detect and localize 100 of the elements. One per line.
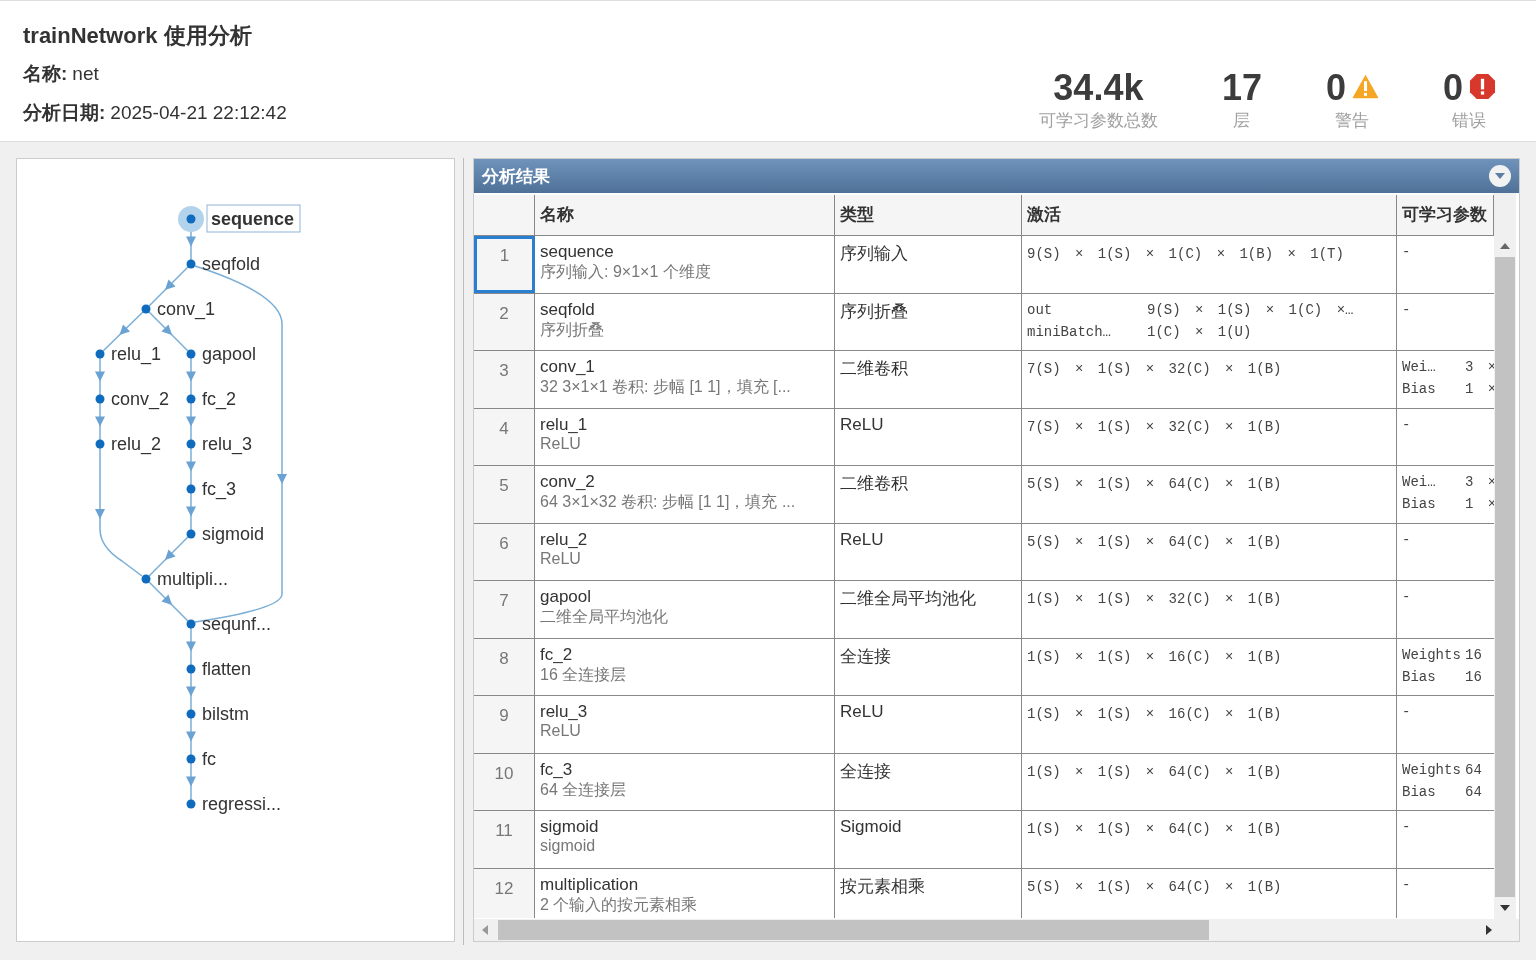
- node-label[interactable]: sequnf...: [202, 614, 272, 634]
- activation-size: 1(S) × 1(S) × 64(C) × 1(B): [1027, 821, 1282, 837]
- layer-node[interactable]: [186, 664, 196, 674]
- vertical-scrollbar[interactable]: [1494, 193, 1516, 919]
- row-number[interactable]: 7: [474, 581, 535, 638]
- row-number[interactable]: 4: [474, 408, 535, 465]
- param-size: 64: [1465, 761, 1482, 780]
- layer-name: relu_1: [540, 414, 589, 435]
- row-number[interactable]: 5: [474, 466, 535, 523]
- param-name: -: [1402, 244, 1412, 262]
- field-value: net: [72, 63, 99, 85]
- node-label[interactable]: gapool: [202, 344, 257, 364]
- node-label[interactable]: fc_2: [202, 389, 237, 409]
- layer-type: 二维全局平均池化: [840, 589, 976, 608]
- node-label[interactable]: sigmoid: [202, 524, 265, 544]
- node-label[interactable]: flatten: [202, 659, 252, 679]
- row-number[interactable]: 2: [474, 293, 535, 350]
- layer-name: sequence: [540, 242, 615, 262]
- scrollbar-thumb[interactable]: [1495, 257, 1515, 897]
- node-label[interactable]: sequence: [211, 209, 295, 229]
- layer-node[interactable]: [141, 574, 151, 584]
- node-label[interactable]: regressi...: [202, 794, 282, 814]
- param-name: Weights: [1402, 761, 1462, 780]
- row-number[interactable]: 6: [474, 523, 535, 580]
- node-label[interactable]: seqfold: [202, 254, 261, 274]
- stat-label: 可学习参数总数: [1038, 110, 1158, 132]
- layer-node[interactable]: [186, 349, 196, 359]
- layer-node[interactable]: [186, 394, 196, 404]
- row-number[interactable]: 1: [474, 236, 535, 293]
- layer-node[interactable]: [186, 754, 196, 764]
- layer-node[interactable]: [186, 799, 196, 809]
- row-number[interactable]: 12: [474, 868, 535, 918]
- node-label[interactable]: conv_2: [111, 389, 170, 409]
- stat-label: 错误: [1452, 110, 1487, 132]
- layer-name: conv_2: [540, 472, 596, 492]
- layer-node[interactable]: [186, 259, 196, 269]
- param-name: Wei…: [1402, 359, 1437, 377]
- layer-description: ReLU: [540, 722, 582, 740]
- collapse-button[interactable]: [1489, 165, 1511, 187]
- row-number[interactable]: 11: [474, 811, 535, 868]
- node-label[interactable]: multipli...: [157, 569, 228, 589]
- layer-description: 64 3×1×32 卷积: 步幅 [1 1]，填充 ...: [540, 492, 797, 512]
- layer-node[interactable]: [95, 394, 105, 404]
- layer-description: 64 全连接层: [540, 779, 628, 800]
- node-label[interactable]: bilstm: [202, 704, 249, 724]
- node-label[interactable]: relu_3: [202, 434, 253, 454]
- panel-title: 分析结果: [482, 165, 550, 188]
- layer-type: 二维卷积: [840, 359, 908, 378]
- layer-node[interactable]: [95, 349, 105, 359]
- layer-node[interactable]: [186, 484, 196, 494]
- layer-description: 16 全连接层: [540, 664, 628, 685]
- column-header[interactable]: 类型: [835, 195, 1022, 235]
- scroll-right-icon[interactable]: [1486, 925, 1492, 935]
- row-number[interactable]: 8: [474, 638, 535, 695]
- param-name: -: [1402, 704, 1412, 722]
- layer-node[interactable]: [141, 304, 151, 314]
- activation-label: out: [1027, 301, 1054, 320]
- layer-node[interactable]: [186, 709, 196, 719]
- layer-node[interactable]: [95, 439, 105, 449]
- connector-arrow: [95, 402, 105, 441]
- node-label[interactable]: relu_2: [111, 434, 162, 454]
- layer-node[interactable]: [186, 619, 196, 629]
- scroll-down-icon[interactable]: [1500, 905, 1510, 911]
- layer-type: Sigmoid: [840, 817, 902, 836]
- param-name: -: [1402, 416, 1412, 435]
- column-header[interactable]: 名称: [535, 195, 835, 235]
- layer-name: relu_3: [540, 702, 589, 722]
- layer-type: ReLU: [840, 529, 884, 549]
- activation-size: 7(S) × 1(S) × 32(C) × 1(B): [1027, 418, 1282, 435]
- param-name: Bias: [1402, 783, 1437, 802]
- param-name: -: [1402, 301, 1412, 320]
- node-label[interactable]: fc: [202, 749, 216, 769]
- selection-halo: [178, 206, 204, 232]
- caret-icon: [1495, 173, 1505, 179]
- activation-size: 1(S) × 1(S) × 16(C) × 1(B): [1027, 648, 1282, 665]
- layer-type: ReLU: [840, 414, 884, 434]
- layer-node[interactable]: [186, 529, 196, 539]
- column-header[interactable]: 激活: [1022, 195, 1397, 235]
- node-label[interactable]: relu_1: [111, 344, 162, 364]
- layer-type: 二维卷积: [840, 474, 908, 493]
- connector-arrow: [186, 627, 196, 666]
- stat-value: 0: [1325, 67, 1346, 109]
- layer-type: 序列输入: [840, 244, 908, 263]
- scroll-up-icon[interactable]: [1500, 243, 1510, 249]
- node-label[interactable]: conv_1: [157, 299, 216, 319]
- layer-node[interactable]: [186, 439, 196, 449]
- param-name: -: [1402, 589, 1412, 607]
- layer-type: ReLU: [840, 702, 884, 721]
- row-number[interactable]: 3: [474, 351, 535, 408]
- row-number[interactable]: 9: [474, 696, 535, 753]
- layer-description: sigmoid: [540, 837, 597, 855]
- field-label: 分析日期:: [23, 101, 106, 125]
- activation-size: 7(S) × 1(S) × 32(C) × 1(B): [1027, 361, 1282, 377]
- node-label[interactable]: fc_3: [202, 479, 237, 499]
- layer-node[interactable]: [186, 214, 196, 224]
- layer-description: 2 个输入的按元素相乘: [540, 894, 699, 915]
- horizontal-scrollbar[interactable]: [474, 919, 1519, 941]
- row-number[interactable]: 10: [474, 753, 535, 810]
- scrollbar-thumb[interactable]: [498, 920, 1209, 940]
- layer-description: 32 3×1×1 卷积: 步幅 [1 1]，填充 [...: [540, 377, 792, 397]
